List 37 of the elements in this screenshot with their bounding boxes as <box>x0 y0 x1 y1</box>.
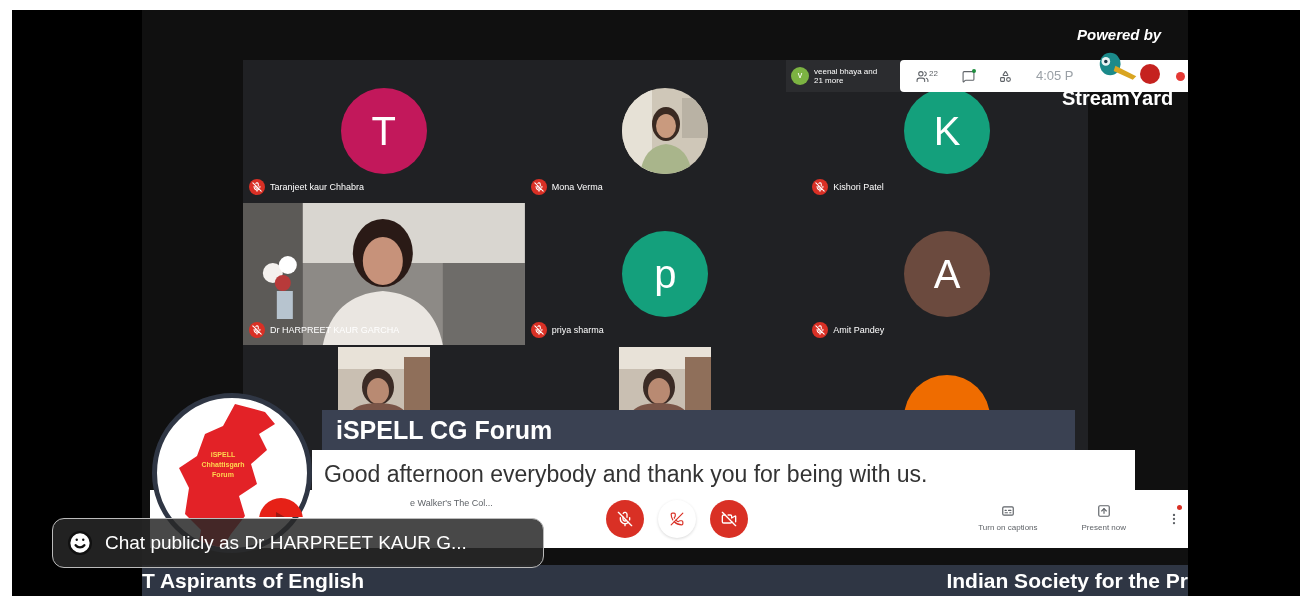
avatar-letter: p <box>654 254 677 295</box>
participants-chip[interactable]: v veenal bhaya and 21 more <box>786 60 900 92</box>
chat-button[interactable] <box>961 69 975 83</box>
avatar-letter: T <box>371 111 397 151</box>
lower-third-message: Good afternoon everybody and thank you for being with us. <box>324 462 928 486</box>
chat-input[interactable]: Chat publicly as Dr HARPREET KAUR G... <box>52 518 544 568</box>
streamyard-logo-text: StreamYard <box>1062 88 1174 108</box>
lower-third-title: iSPELL CG Forum <box>336 417 553 443</box>
play-button-icon <box>259 498 303 517</box>
emoji-icon <box>67 530 93 556</box>
avatar-letter: A <box>933 254 961 295</box>
leave-call-button[interactable] <box>658 500 696 538</box>
present-icon <box>1096 504 1111 518</box>
participant-name: Amit Pandey <box>833 325 885 335</box>
meeting-title: e Walker's The Col... <box>410 497 494 511</box>
participant-name: Taranjeet kaur Chhabra <box>270 182 365 192</box>
ticker-text: Indian Society for the Pr <box>946 570 1188 591</box>
present-button[interactable]: Present now <box>1077 504 1130 534</box>
participants-text: veenal bhaya and 21 more <box>814 67 879 85</box>
activities-button[interactable] <box>998 69 1012 83</box>
phone-icon <box>670 512 684 526</box>
camera-button[interactable] <box>710 500 748 538</box>
captions-button[interactable]: Turn on captions <box>974 504 1042 534</box>
avatar-letter: K <box>933 111 961 151</box>
clock-time: 4:05 P <box>1035 67 1074 86</box>
participant-name: priya sharma <box>551 325 604 335</box>
participant-name: Mona Verma <box>551 182 603 192</box>
powered-by-text: Powered by <box>1077 25 1162 45</box>
mic-off-icon <box>617 511 633 527</box>
captions-icon <box>1000 504 1015 518</box>
participant-avatar: v <box>791 67 809 85</box>
people-button[interactable]: 22 <box>916 69 938 83</box>
microphone-button[interactable] <box>606 500 644 538</box>
ticker-text: T Aspirants of English <box>142 570 365 591</box>
participant-name: Kishori Patel <box>833 182 884 192</box>
chat-field[interactable]: Chat publicly as Dr HARPREET KAUR G... <box>105 528 543 558</box>
camera-off-icon <box>721 511 737 527</box>
